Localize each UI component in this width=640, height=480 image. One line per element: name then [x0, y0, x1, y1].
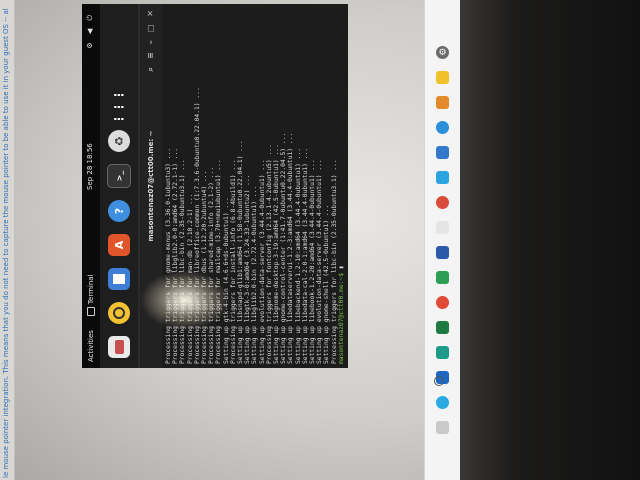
terminal-line: Processing triggers for libc-bin (2.35-0…	[179, 159, 187, 364]
chrome-icon[interactable]	[436, 196, 449, 209]
trash-icon[interactable]: ♻	[108, 130, 130, 152]
terminal-line: Processing triggers for libglib2.0-0:amd…	[172, 147, 180, 364]
help-icon[interactable]: ?	[108, 200, 130, 222]
activities-button[interactable]: Activities	[87, 330, 95, 362]
terminal-line: Setting up gnome-shell (42.5-0ubuntu1) .…	[323, 204, 331, 364]
background-edge	[460, 0, 640, 480]
terminal-line: Setting up libglib2.0-bin (2.72.4-0ubunt…	[251, 185, 259, 364]
terminal-line: Setting up libebook-1.2-20:amd64 (3.44.4…	[309, 159, 317, 364]
menu-icon[interactable]: ≡	[146, 52, 156, 59]
terminal-line: Processing triggers for libc-bin (2.35-0…	[330, 159, 338, 364]
guest-screen: Activities Terminal Sep 28 18:56 ⚙ ◀ ⏻ A…	[82, 4, 348, 368]
show-apps-icon[interactable]: ⋮⋮⋮	[108, 89, 130, 125]
terminal-line: Processing triggers for mailcap (3.70+nm…	[215, 159, 223, 364]
terminal-line: Processing triggers for install-info (6.…	[229, 159, 237, 364]
chrome-icon-2[interactable]	[436, 296, 449, 309]
excel-icon[interactable]	[436, 321, 449, 334]
host-notice-strip: le mouse pointer integration. This means…	[0, 0, 15, 480]
ms-store-icon[interactable]	[436, 146, 449, 159]
terminal-titlebar: masontenaz07@ctt00.me: ~ ⌕ ≡ – □ ✕	[140, 4, 162, 368]
app-icon-orange[interactable]	[436, 96, 449, 109]
terminal-line: Processing triggers for dbus (1.12.20-2u…	[201, 170, 209, 364]
terminal-line: Setting up libgnome-desktop-3-19:amd64 (…	[273, 144, 281, 364]
app-icon-green[interactable]	[436, 271, 449, 284]
terminal-line: Processing triggers for libreoffice-comm…	[193, 87, 201, 364]
shell-prompt: masontenaz07@ctt00.me:~$	[337, 273, 345, 364]
sticky-notes-icon[interactable]	[436, 71, 449, 84]
writer-icon[interactable]	[108, 268, 130, 290]
terminal-app-icon	[87, 307, 95, 317]
app-menu-label: Terminal	[87, 274, 95, 305]
dock: A ? >_ ♻ ⋮⋮⋮	[100, 4, 138, 368]
terminal-line: Processing triggers for man-db (2.10.2-1…	[186, 193, 194, 364]
terminal-line: Setting up gnome-control-center (1:41.7-…	[280, 132, 288, 364]
app-menu[interactable]: Terminal	[87, 274, 95, 317]
terminal-line: Setting up libsnapd-glib1:amd64 (1.58-0u…	[237, 140, 245, 364]
skype-icon[interactable]	[436, 396, 449, 409]
terminal-window[interactable]: masontenaz07@ctt00.me: ~ ⌕ ≡ – □ ✕ Proce…	[140, 4, 348, 368]
top-bar: Activities Terminal Sep 28 18:56 ⚙ ◀ ⏻	[82, 4, 100, 368]
terminal-line: Processing triggers for shared-mime-info…	[208, 166, 216, 364]
terminal-output[interactable]: Processing triggers for gnome-menus (3.3…	[162, 4, 348, 368]
search-icon[interactable]: ⌕	[146, 67, 156, 71]
host-taskbar: ⚙	[424, 0, 460, 480]
maximize-icon[interactable]: □	[146, 25, 156, 33]
close-icon[interactable]: ✕	[146, 10, 156, 17]
app-icon-gray[interactable]	[436, 421, 449, 434]
ubuntu-desktop: Activities Terminal Sep 28 18:56 ⚙ ◀ ⏻ A…	[82, 4, 348, 368]
terminal-line: Setting up gtk-4-bin (4.6.6+ds-0ubuntu1)…	[222, 197, 230, 364]
terminal-line: Processing triggers for fontconfig (2.13…	[265, 144, 273, 364]
terminal-line: Setting up libgtk-3-0:amd64 (3.24.33-1ub…	[244, 174, 252, 364]
clock[interactable]: Sep 28 18:56	[86, 143, 94, 190]
terminal-line: Setting up libedata-cal-2.0-1:amd64 (3.4…	[301, 147, 309, 364]
terminal-line: Setting up libebackend-1.2-10:amd64 (3.4…	[294, 147, 302, 364]
terminal-line: Setting up libedataserverui-1.2-3:amd64 …	[287, 132, 295, 364]
terminal-title: masontenaz07@ctt00.me: ~	[147, 130, 155, 242]
edge-icon[interactable]	[436, 121, 449, 134]
app-icon-blue[interactable]	[436, 171, 449, 184]
host-notice-text: le mouse pointer integration. This means…	[2, 8, 10, 478]
terminal-line: Setting up evolution-data-server (3.44.4…	[258, 159, 266, 364]
terminal-icon[interactable]: >_	[107, 164, 131, 188]
terminal-line: Processing triggers for gnome-menus (3.3…	[165, 147, 172, 364]
rhythmbox-icon[interactable]	[108, 302, 130, 324]
settings-icon[interactable]: ⚙	[436, 46, 449, 59]
word-icon[interactable]	[436, 246, 449, 259]
terminal-line: Setting up evolution-data-server (3.44.4…	[316, 159, 324, 364]
software-center-icon[interactable]: A	[108, 234, 130, 256]
start-icon[interactable]	[434, 376, 444, 386]
app-icon-white[interactable]	[436, 221, 449, 234]
system-tray[interactable]: ⚙ ◀ ⏻	[86, 12, 95, 49]
minimize-icon[interactable]: –	[146, 40, 156, 44]
window-controls: ⌕ ≡ – □ ✕	[146, 10, 156, 71]
app-icon-teal[interactable]	[436, 346, 449, 359]
files-icon[interactable]	[108, 336, 130, 358]
cursor: ▮	[337, 265, 345, 273]
